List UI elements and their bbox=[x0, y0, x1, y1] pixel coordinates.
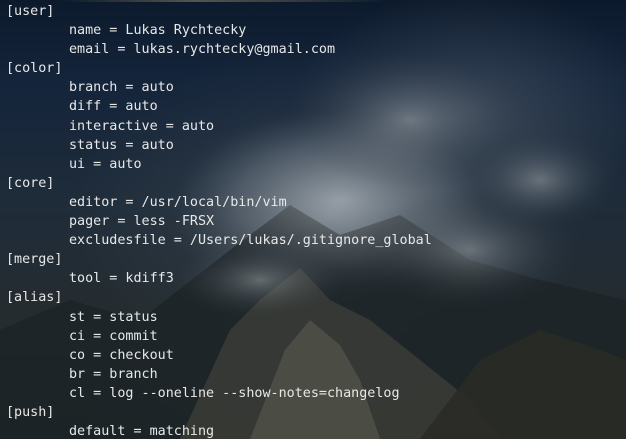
config-entry-line: ci = commit bbox=[69, 328, 158, 344]
gitconfig-output[interactable]: [user] name = Lukas Rychtecky email = luka… bbox=[6, 2, 432, 439]
config-entry-line: default = matching bbox=[69, 424, 215, 439]
config-section-header: [merge] bbox=[6, 252, 63, 268]
config-entry-line: co = checkout bbox=[69, 347, 174, 363]
config-section-header: [push] bbox=[6, 404, 55, 420]
config-section-header: [user] bbox=[6, 4, 55, 19]
terminal-window[interactable]: [user] name = Lukas Rychtecky email = luka… bbox=[0, 0, 626, 439]
config-entry-line: diff = auto bbox=[69, 99, 158, 115]
config-entry-line: pager = less -FRSX bbox=[69, 214, 215, 230]
config-entry-line: ui = auto bbox=[69, 156, 142, 172]
config-entry-line: editor = /usr/local/bin/vim bbox=[69, 194, 287, 210]
config-entry-line: tool = kdiff3 bbox=[69, 271, 174, 287]
config-entry-line: name = Lukas Rychtecky bbox=[69, 23, 247, 39]
config-entry-line: interactive = auto bbox=[69, 118, 215, 134]
config-section-header: [alias] bbox=[6, 290, 63, 306]
config-entry-line: excludesfile = /Users/lukas/.gitignore_g… bbox=[69, 233, 432, 249]
config-entry-line: branch = auto bbox=[69, 80, 174, 96]
config-entry-line: email = lukas.rychtecky@gmail.com bbox=[69, 42, 336, 58]
config-entry-line: status = auto bbox=[69, 137, 174, 153]
config-entry-line: st = status bbox=[69, 309, 158, 325]
config-entry-line: br = branch bbox=[69, 366, 158, 382]
config-entry-line: cl = log --oneline --show-notes=changelo… bbox=[69, 385, 400, 401]
config-section-header: [color] bbox=[6, 61, 63, 77]
config-section-header: [core] bbox=[6, 175, 55, 191]
